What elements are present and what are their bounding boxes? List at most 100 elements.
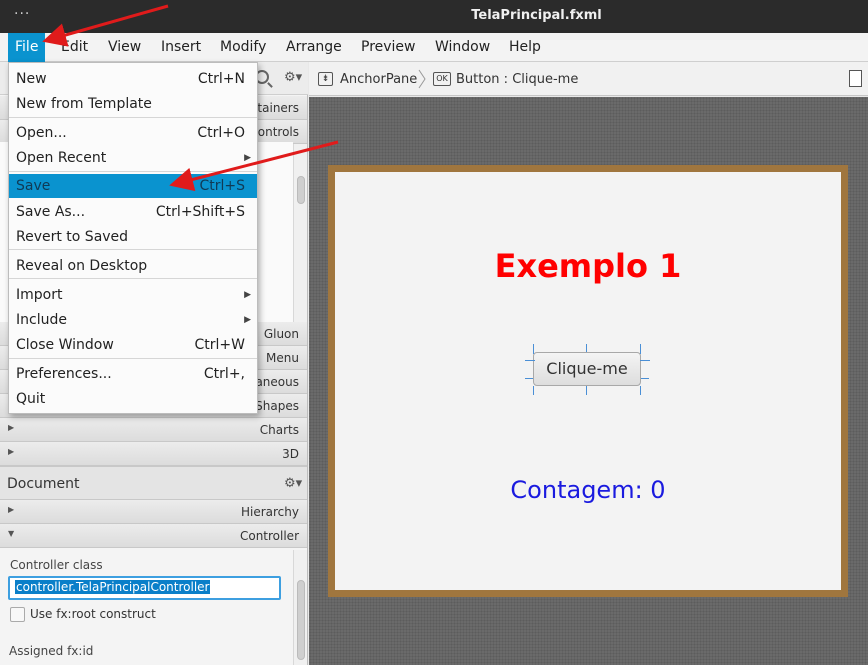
menu-item-label: Save [16, 178, 51, 194]
menu-file[interactable]: File [8, 33, 46, 62]
anchor-pane-icon: ⇟ [318, 72, 333, 86]
selection-handle[interactable] [641, 378, 649, 379]
menu-item-label: Reveal on Desktop [16, 258, 148, 274]
section-label: Shapes [255, 399, 299, 413]
counter-label[interactable]: Contagem: 0 [335, 476, 841, 504]
menu-item-label: Include [16, 312, 67, 328]
section-label: ontrols [257, 125, 299, 139]
menu-insert[interactable]: Insert [154, 33, 208, 62]
menu-item-shortcut: Ctrl+O [197, 125, 245, 141]
section-label: Charts [259, 423, 299, 437]
menu-window[interactable]: Window [428, 33, 497, 62]
controller-class-field[interactable]: controller.TelaPrincipalController [8, 576, 281, 600]
breadcrumb-root[interactable]: AnchorPane [340, 72, 417, 87]
triangle-right-icon: ▶ [8, 423, 15, 432]
menu-item-shortcut: Ctrl+, [203, 366, 245, 382]
section-label: Menu [266, 351, 299, 365]
menu-help[interactable]: Help [502, 33, 548, 62]
menu-item-save[interactable]: Save Ctrl+S [9, 174, 257, 198]
menu-item-revert[interactable]: Revert to Saved [9, 225, 257, 249]
menu-separator [9, 249, 257, 250]
scroll-thumb[interactable] [297, 176, 305, 204]
triangle-right-icon: ▶ [8, 505, 15, 514]
menu-item-quit[interactable]: Quit [9, 387, 257, 411]
fx-root-checkbox[interactable] [10, 607, 25, 622]
assigned-fxid-label: Assigned fx:id [9, 644, 94, 658]
gear-icon[interactable]: ⚙▾ [284, 476, 302, 491]
menu-item-label: New [16, 71, 47, 87]
window-title: TelaPrincipal.fxml [471, 8, 602, 23]
section-label: aneous [255, 375, 299, 389]
document-title: Document [7, 476, 80, 492]
menu-item-label: Preferences... [16, 366, 112, 382]
menu-preview[interactable]: Preview [354, 33, 423, 62]
selection-handle[interactable] [640, 386, 641, 395]
menu-item-open[interactable]: Open... Ctrl+O [9, 121, 257, 145]
triangle-right-icon: ▶ [8, 447, 15, 456]
selection-handle[interactable] [533, 344, 534, 354]
menu-item-label: Quit [16, 391, 46, 407]
section-controller[interactable]: ▼ Controller [0, 524, 307, 548]
menu-item-new-from-template[interactable]: New from Template [9, 92, 257, 116]
breadcrumb: ⇟ AnchorPane OK Button : Clique-me [309, 62, 868, 96]
menu-item-label: Revert to Saved [16, 229, 129, 245]
menu-separator [9, 117, 257, 118]
controller-class-value: controller.TelaPrincipalController [15, 580, 211, 594]
selection-handle[interactable] [525, 360, 535, 361]
breadcrumb-current[interactable]: Button : Clique-me [456, 72, 578, 87]
controller-class-label: Controller class [10, 558, 103, 572]
section-label: 3D [282, 447, 299, 461]
section-label: Hierarchy [240, 505, 299, 519]
button-icon: OK [433, 72, 451, 86]
menu-view[interactable]: View [101, 33, 148, 62]
menu-item-open-recent[interactable]: Open Recent ▶ [9, 146, 257, 170]
clique-me-button[interactable]: Clique-me [533, 352, 641, 386]
file-menu-dropdown: New Ctrl+N New from Template Open... Ctr… [8, 62, 258, 414]
menu-item-label: New from Template [16, 96, 152, 112]
menu-item-shortcut: Ctrl+Shift+S [155, 204, 245, 220]
submenu-arrow-icon: ▶ [244, 290, 251, 300]
controller-scrollbar[interactable] [293, 550, 307, 665]
menu-item-label: Close Window [16, 337, 114, 353]
menu-item-shortcut: Ctrl+N [197, 71, 245, 87]
menu-arrange[interactable]: Arrange [279, 33, 349, 62]
menu-item-import[interactable]: Import ▶ [9, 283, 257, 307]
menu-item-reveal-on-desktop[interactable]: Reveal on Desktop [9, 254, 257, 278]
submenu-arrow-icon: ▶ [244, 153, 251, 163]
selection-handle[interactable] [640, 360, 650, 361]
menu-modify[interactable]: Modify [213, 33, 273, 62]
fx-root-label: Use fx:root construct [30, 607, 156, 621]
selection-handle[interactable] [586, 386, 587, 395]
menu-item-shortcut: Ctrl+S [199, 178, 245, 194]
menu-item-close-window[interactable]: Close Window Ctrl+W [9, 333, 257, 357]
heading-label[interactable]: Exemplo 1 [335, 247, 841, 285]
menu-item-include[interactable]: Include ▶ [9, 308, 257, 332]
gear-icon[interactable]: ⚙▾ [284, 70, 302, 85]
section-3d[interactable]: ▶ 3D [0, 442, 307, 466]
anchor-pane-frame: Exemplo 1 Clique-me Contagem: 0 [328, 165, 848, 597]
menu-edit[interactable]: Edit [54, 33, 95, 62]
selection-handle[interactable] [640, 344, 641, 354]
menu-item-shortcut: Ctrl+W [194, 337, 245, 353]
controller-panel: Controller class controller.TelaPrincipa… [0, 548, 293, 665]
section-label: Controller [239, 529, 299, 543]
menu-item-preferences[interactable]: Preferences... Ctrl+, [9, 362, 257, 386]
chevron-right-icon [418, 69, 426, 89]
menu-separator [9, 278, 257, 279]
section-label: tainers [257, 101, 299, 115]
selection-handle[interactable] [533, 386, 534, 395]
selection-handle[interactable] [586, 344, 587, 352]
menu-item-label: Save As... [16, 204, 86, 220]
section-hierarchy[interactable]: ▶ Hierarchy [0, 500, 307, 524]
anchor-pane[interactable]: Exemplo 1 Clique-me Contagem: 0 [335, 172, 841, 590]
menu-bar: File Edit View Insert Modify Arrange Pre… [0, 33, 868, 62]
section-charts[interactable]: ▶ Charts [0, 418, 307, 442]
design-canvas[interactable]: Exemplo 1 Clique-me Contagem: 0 [309, 97, 868, 665]
scroll-thumb[interactable] [297, 580, 305, 660]
document-header: Document ⚙▾ [0, 466, 307, 500]
selection-handle[interactable] [525, 378, 533, 379]
menu-item-new[interactable]: New Ctrl+N [9, 67, 257, 91]
document-icon[interactable] [849, 70, 862, 87]
section-label: Gluon [263, 327, 299, 341]
menu-item-save-as[interactable]: Save As... Ctrl+Shift+S [9, 200, 257, 224]
